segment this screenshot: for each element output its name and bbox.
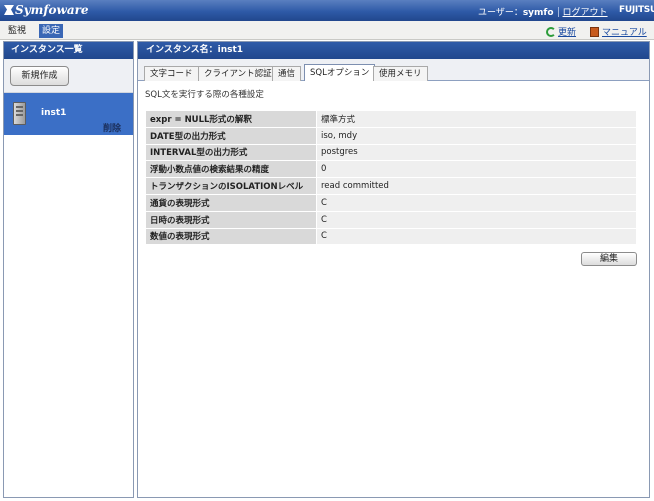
divider (557, 7, 559, 17)
manual-label: マニュアル (602, 28, 647, 38)
table-row: DATE型の出力形式 iso, mdy (145, 126, 637, 145)
option-value: iso, mdy (316, 126, 637, 145)
book-icon (590, 27, 599, 37)
edit-button[interactable]: 編集 (581, 252, 637, 266)
instance-toolbar: 新規作成 (4, 59, 133, 93)
symfoware-logo-icon (4, 5, 14, 15)
tab-sql-options[interactable]: SQLオプション (304, 64, 376, 81)
menu-settings[interactable]: 設定 (39, 24, 64, 38)
table-row: expr = NULL形式の解釈 標準方式 (145, 110, 637, 128)
manual-link[interactable]: マニュアル (590, 25, 647, 38)
refresh-label: 更新 (558, 28, 577, 38)
option-label: INTERVAL型の出力形式 (145, 143, 317, 162)
option-value: read committed (316, 177, 637, 195)
refresh-link[interactable]: 更新 (546, 25, 576, 38)
user-info: ユーザー：symfo ログアウト (478, 5, 608, 18)
table-row: 通貨の表現形式 C (145, 193, 637, 212)
table-row: INTERVAL型の出力形式 postgres (145, 143, 637, 162)
instance-item-inst1[interactable]: inst1 削除 (4, 93, 133, 135)
option-label: 数値の表現形式 (145, 227, 317, 246)
option-value: C (316, 227, 637, 246)
brand-name: Symfoware (15, 3, 89, 17)
tab-client-auth[interactable]: クライアント認証 (198, 66, 278, 81)
table-row: 日時の表現形式 C (145, 210, 637, 229)
option-value: C (316, 193, 637, 212)
option-label: 日時の表現形式 (145, 210, 317, 229)
logout-link[interactable]: ログアウト (563, 8, 608, 18)
instance-list-panel: インスタンス一覧 新規作成 inst1 削除 (3, 41, 134, 498)
instance-detail-panel: インスタンス名：inst1 文字コード クライアント認証 通信 SQLオプション… (137, 41, 650, 498)
brand-logo: Symfoware (4, 3, 89, 17)
delete-instance-link[interactable]: 削除 (103, 121, 121, 134)
table-row: 数値の表現形式 C (145, 227, 637, 246)
section-description: SQL文を実行する際の各種設定 (145, 90, 264, 100)
user-name: symfo (522, 8, 554, 18)
instance-detail-title: インスタンス名：inst1 (138, 42, 649, 59)
option-value: 標準方式 (316, 110, 637, 128)
refresh-icon (546, 27, 556, 37)
menu-bar: 監視 設定 更新 マニュアル (0, 21, 654, 40)
server-icon (13, 102, 26, 125)
menu-monitor[interactable]: 監視 (5, 24, 29, 38)
option-label: トランザクションのISOLATIONレベル (145, 177, 317, 195)
instance-name: inst1 (41, 108, 67, 118)
top-bar: Symfoware ユーザー：symfo ログアウト FUJITSU (0, 0, 654, 21)
table-row: 浮動小数点値の検索結果の精度 0 (145, 160, 637, 179)
tab-memory[interactable]: 使用メモリ (373, 66, 428, 81)
option-label: DATE型の出力形式 (145, 126, 317, 145)
new-instance-button[interactable]: 新規作成 (10, 66, 69, 86)
table-row: トランザクションのISOLATIONレベル read committed (145, 177, 637, 195)
option-label: expr = NULL形式の解釈 (145, 110, 317, 128)
option-value: postgres (316, 143, 637, 162)
option-value: 0 (316, 160, 637, 179)
tab-communication[interactable]: 通信 (272, 66, 302, 81)
option-label: 通貨の表現形式 (145, 193, 317, 212)
fujitsu-logo: FUJITSU (619, 5, 654, 15)
instance-list-title: インスタンス一覧 (4, 42, 133, 59)
option-label: 浮動小数点値の検索結果の精度 (145, 160, 317, 179)
user-label: ユーザー： (478, 8, 523, 18)
option-value: C (316, 210, 637, 229)
tab-charset[interactable]: 文字コード (144, 66, 199, 81)
sql-options-table: expr = NULL形式の解釈 標準方式 DATE型の出力形式 iso, mdy … (145, 110, 637, 246)
tab-bar: 文字コード クライアント認証 通信 SQLオプション 使用メモリ (138, 59, 649, 81)
